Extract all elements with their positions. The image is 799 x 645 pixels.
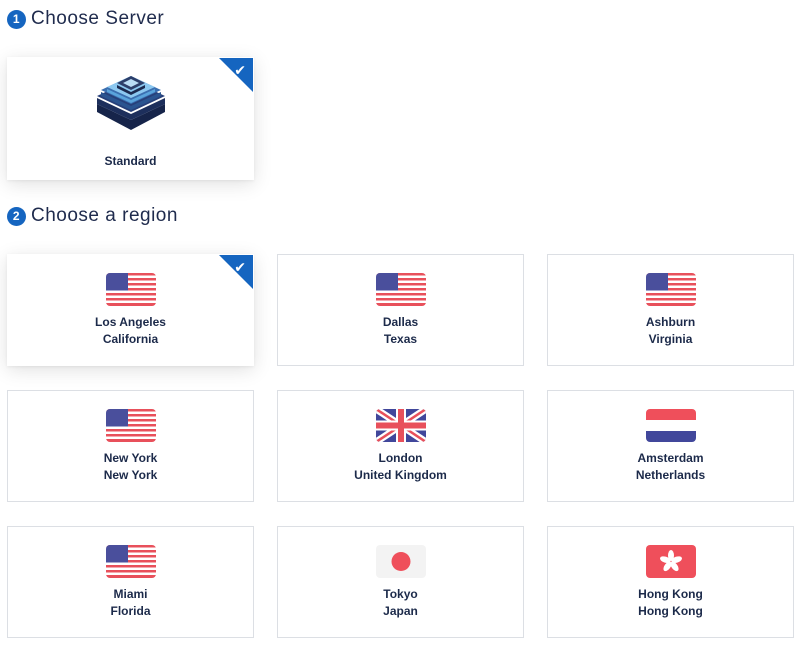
step-badge: 2 — [7, 206, 26, 226]
region-card-miami[interactable]: Miami Florida — [7, 526, 254, 638]
region-area: Japan — [383, 604, 418, 618]
us-flag-icon — [375, 273, 426, 306]
us-flag-icon — [105, 273, 156, 306]
region-city: Tokyo — [383, 587, 418, 601]
choose-server-heading: 1 Choose Server — [7, 8, 164, 30]
server-card-standard[interactable]: ✔ Standard — [7, 57, 254, 180]
region-card-los-angeles[interactable]: ✔ Los Angeles California — [7, 254, 254, 366]
section-title: Choose Server — [31, 8, 165, 29]
step-badge: 1 — [7, 9, 26, 29]
region-area: California — [102, 332, 159, 346]
region-area: United Kingdom — [354, 468, 447, 482]
region-label: Amsterdam Netherlands — [548, 450, 793, 484]
checkmark-icon: ✔ — [234, 62, 246, 78]
region-city: Los Angeles — [95, 315, 166, 329]
nl-flag-icon — [645, 409, 696, 442]
region-area: Virginia — [648, 332, 693, 346]
region-area: Netherlands — [635, 468, 706, 482]
jp-flag-icon — [375, 545, 426, 578]
region-area: Florida — [110, 604, 151, 618]
region-city: Miami — [113, 587, 148, 601]
hk-flag-icon — [645, 545, 696, 578]
choose-region-heading: 2 Choose a region — [7, 205, 178, 227]
region-card-tokyo[interactable]: Tokyo Japan — [277, 526, 524, 638]
server-label: Standard — [104, 154, 157, 168]
region-area: Hong Kong — [638, 604, 703, 618]
server-chip-icon — [96, 76, 165, 130]
region-area: New York — [103, 468, 158, 482]
region-label: London United Kingdom — [278, 450, 523, 484]
region-card-amsterdam[interactable]: Amsterdam Netherlands — [547, 390, 794, 502]
region-label: Dallas Texas — [278, 314, 523, 348]
region-label: Tokyo Japan — [278, 586, 523, 620]
us-flag-icon — [105, 545, 156, 578]
region-label: Hong Kong Hong Kong — [548, 586, 793, 620]
region-card-hong-kong[interactable]: Hong Kong Hong Kong — [547, 526, 794, 638]
region-city: Hong Kong — [638, 587, 703, 601]
region-city: New York — [103, 451, 158, 465]
region-label: Miami Florida — [8, 586, 253, 620]
region-city: London — [378, 451, 423, 465]
region-card-ashburn[interactable]: Ashburn Virginia — [547, 254, 794, 366]
region-city: Dallas — [382, 315, 419, 329]
checkmark-icon: ✔ — [234, 259, 246, 275]
region-label: Los Angeles California — [8, 314, 253, 348]
region-label: New York New York — [8, 450, 253, 484]
region-city: Amsterdam — [637, 451, 704, 465]
uk-flag-icon — [375, 409, 426, 442]
region-card-london[interactable]: London United Kingdom — [277, 390, 524, 502]
region-city: Ashburn — [645, 315, 696, 329]
region-label: Ashburn Virginia — [548, 314, 793, 348]
region-card-dallas[interactable]: Dallas Texas — [277, 254, 524, 366]
us-flag-icon — [645, 273, 696, 306]
region-card-new-york[interactable]: New York New York — [7, 390, 254, 502]
us-flag-icon — [105, 409, 156, 442]
section-title: Choose a region — [31, 205, 178, 226]
region-area: Texas — [383, 332, 418, 346]
